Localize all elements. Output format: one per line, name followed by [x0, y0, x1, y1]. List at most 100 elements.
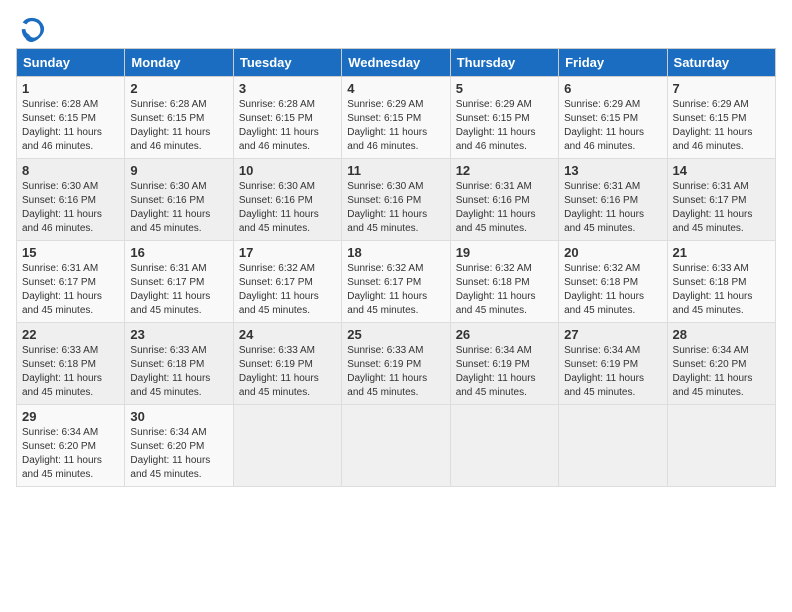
calendar-cell: 17 Sunrise: 6:32 AMSunset: 6:17 PMDayligh… [233, 241, 341, 323]
calendar-cell: 30 Sunrise: 6:34 AMSunset: 6:20 PMDayligh… [125, 405, 233, 487]
day-number: 9 [130, 163, 227, 178]
calendar-cell: 2 Sunrise: 6:28 AMSunset: 6:15 PMDaylight… [125, 77, 233, 159]
calendar-cell [233, 405, 341, 487]
day-number: 21 [673, 245, 770, 260]
day-info: Sunrise: 6:30 AMSunset: 6:16 PMDaylight:… [130, 180, 227, 236]
header [16, 16, 776, 44]
calendar-cell: 11 Sunrise: 6:30 AMSunset: 6:16 PMDayligh… [342, 159, 450, 241]
day-number: 1 [22, 81, 119, 96]
calendar-cell: 14Sunrise: 6:31 AMSunset: 6:17 PMDayligh… [667, 159, 775, 241]
calendar-cell: 6 Sunrise: 6:29 AMSunset: 6:15 PMDaylight… [559, 77, 667, 159]
calendar-cell: 19 Sunrise: 6:32 AMSunset: 6:18 PMDayligh… [450, 241, 558, 323]
calendar-week-row: 8Sunrise: 6:30 AMSunset: 6:16 PMDaylight… [17, 159, 776, 241]
day-info: Sunrise: 6:31 AMSunset: 6:17 PMDaylight:… [22, 262, 119, 318]
calendar-cell: 22 Sunrise: 6:33 AMSunset: 6:18 PMDayligh… [17, 323, 125, 405]
day-info: Sunrise: 6:34 AMSunset: 6:19 PMDaylight:… [456, 344, 553, 400]
day-info: Sunrise: 6:33 AMSunset: 6:19 PMDaylight:… [239, 344, 336, 400]
calendar-header-row: SundayMondayTuesdayWednesdayThursdayFrid… [17, 49, 776, 77]
day-info: Sunrise: 6:34 AMSunset: 6:20 PMDaylight:… [22, 426, 119, 482]
day-number: 18 [347, 245, 444, 260]
day-number: 25 [347, 327, 444, 342]
day-number: 3 [239, 81, 336, 96]
weekday-header: Thursday [450, 49, 558, 77]
day-info: Sunrise: 6:28 AMSunset: 6:15 PMDaylight:… [239, 98, 336, 154]
calendar-cell: 28 Sunrise: 6:34 AMSunset: 6:20 PMDayligh… [667, 323, 775, 405]
day-number: 24 [239, 327, 336, 342]
day-info: Sunrise: 6:29 AMSunset: 6:15 PMDaylight:… [564, 98, 661, 154]
day-number: 11 [347, 163, 444, 178]
weekday-header: Wednesday [342, 49, 450, 77]
weekday-header: Saturday [667, 49, 775, 77]
day-info: Sunrise: 6:32 AMSunset: 6:17 PMDaylight:… [239, 262, 336, 318]
day-info: Sunrise: 6:29 AMSunset: 6:15 PMDaylight:… [456, 98, 553, 154]
day-info: Sunrise: 6:32 AMSunset: 6:17 PMDaylight:… [347, 262, 444, 318]
day-number: 5 [456, 81, 553, 96]
calendar-cell [667, 405, 775, 487]
calendar-cell: 10 Sunrise: 6:30 AMSunset: 6:16 PMDayligh… [233, 159, 341, 241]
calendar-cell: 18 Sunrise: 6:32 AMSunset: 6:17 PMDayligh… [342, 241, 450, 323]
calendar-cell: 5 Sunrise: 6:29 AMSunset: 6:15 PMDaylight… [450, 77, 558, 159]
day-number: 6 [564, 81, 661, 96]
day-info: Sunrise: 6:33 AMSunset: 6:19 PMDaylight:… [347, 344, 444, 400]
calendar-cell: 15 Sunrise: 6:31 AMSunset: 6:17 PMDayligh… [17, 241, 125, 323]
day-info: Sunrise: 6:33 AMSunset: 6:18 PMDaylight:… [22, 344, 119, 400]
day-info: Sunrise: 6:34 AMSunset: 6:19 PMDaylight:… [564, 344, 661, 400]
day-info: Sunrise: 6:32 AMSunset: 6:18 PMDaylight:… [456, 262, 553, 318]
weekday-header: Tuesday [233, 49, 341, 77]
calendar-cell: 8Sunrise: 6:30 AMSunset: 6:16 PMDaylight… [17, 159, 125, 241]
day-info: Sunrise: 6:34 AMSunset: 6:20 PMDaylight:… [673, 344, 770, 400]
calendar-cell: 23 Sunrise: 6:33 AMSunset: 6:18 PMDayligh… [125, 323, 233, 405]
day-info: Sunrise: 6:34 AMSunset: 6:20 PMDaylight:… [130, 426, 227, 482]
calendar-cell: 21 Sunrise: 6:33 AMSunset: 6:18 PMDayligh… [667, 241, 775, 323]
day-info: Sunrise: 6:33 AMSunset: 6:18 PMDaylight:… [673, 262, 770, 318]
calendar-cell: 20 Sunrise: 6:32 AMSunset: 6:18 PMDayligh… [559, 241, 667, 323]
day-number: 27 [564, 327, 661, 342]
weekday-header: Sunday [17, 49, 125, 77]
calendar-cell [450, 405, 558, 487]
day-info: Sunrise: 6:30 AMSunset: 6:16 PMDaylight:… [347, 180, 444, 236]
day-number: 2 [130, 81, 227, 96]
day-info: Sunrise: 6:32 AMSunset: 6:18 PMDaylight:… [564, 262, 661, 318]
day-number: 20 [564, 245, 661, 260]
day-number: 4 [347, 81, 444, 96]
calendar-week-row: 22 Sunrise: 6:33 AMSunset: 6:18 PMDayligh… [17, 323, 776, 405]
day-info: Sunrise: 6:29 AMSunset: 6:15 PMDaylight:… [347, 98, 444, 154]
calendar-cell: 9 Sunrise: 6:30 AMSunset: 6:16 PMDaylight… [125, 159, 233, 241]
day-number: 17 [239, 245, 336, 260]
calendar-cell: 7Sunrise: 6:29 AMSunset: 6:15 PMDaylight… [667, 77, 775, 159]
calendar-body: 1 Sunrise: 6:28 AMSunset: 6:15 PMDaylight… [17, 77, 776, 487]
calendar-week-row: 15 Sunrise: 6:31 AMSunset: 6:17 PMDayligh… [17, 241, 776, 323]
day-number: 23 [130, 327, 227, 342]
calendar-cell: 27 Sunrise: 6:34 AMSunset: 6:19 PMDayligh… [559, 323, 667, 405]
day-number: 12 [456, 163, 553, 178]
day-info: Sunrise: 6:29 AMSunset: 6:15 PMDaylight:… [673, 98, 770, 154]
weekday-header: Friday [559, 49, 667, 77]
calendar-cell: 26 Sunrise: 6:34 AMSunset: 6:19 PMDayligh… [450, 323, 558, 405]
calendar-week-row: 1 Sunrise: 6:28 AMSunset: 6:15 PMDaylight… [17, 77, 776, 159]
day-number: 14 [673, 163, 770, 178]
day-info: Sunrise: 6:31 AMSunset: 6:16 PMDaylight:… [456, 180, 553, 236]
day-number: 26 [456, 327, 553, 342]
calendar-cell: 16 Sunrise: 6:31 AMSunset: 6:17 PMDayligh… [125, 241, 233, 323]
day-info: Sunrise: 6:28 AMSunset: 6:15 PMDaylight:… [130, 98, 227, 154]
day-info: Sunrise: 6:31 AMSunset: 6:16 PMDaylight:… [564, 180, 661, 236]
day-number: 16 [130, 245, 227, 260]
day-number: 15 [22, 245, 119, 260]
day-number: 13 [564, 163, 661, 178]
day-info: Sunrise: 6:28 AMSunset: 6:15 PMDaylight:… [22, 98, 119, 154]
day-number: 22 [22, 327, 119, 342]
calendar-cell [559, 405, 667, 487]
weekday-header: Monday [125, 49, 233, 77]
day-number: 10 [239, 163, 336, 178]
day-number: 28 [673, 327, 770, 342]
day-info: Sunrise: 6:33 AMSunset: 6:18 PMDaylight:… [130, 344, 227, 400]
day-number: 19 [456, 245, 553, 260]
calendar-cell [342, 405, 450, 487]
calendar-week-row: 29Sunrise: 6:34 AMSunset: 6:20 PMDayligh… [17, 405, 776, 487]
logo-icon [18, 16, 46, 44]
day-info: Sunrise: 6:31 AMSunset: 6:17 PMDaylight:… [130, 262, 227, 318]
day-info: Sunrise: 6:30 AMSunset: 6:16 PMDaylight:… [239, 180, 336, 236]
calendar-cell: 3 Sunrise: 6:28 AMSunset: 6:15 PMDaylight… [233, 77, 341, 159]
calendar: SundayMondayTuesdayWednesdayThursdayFrid… [16, 48, 776, 487]
day-number: 30 [130, 409, 227, 424]
